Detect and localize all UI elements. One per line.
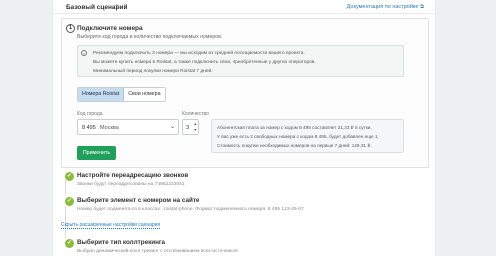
tariff-info-box: Абонентская плата за номер с кодом 8 495… [211,119,404,153]
card-header: Базовый сценарий ✎ Документация по настр… [53,0,435,14]
tariff-line: Стоимость покупки необходимых номеров на… [217,143,372,148]
notice-line: Вы можете купить номера в Roistat, а так… [93,60,316,65]
city-code-value: 8 495 [82,124,96,131]
quantity-stepper[interactable]: 3 ▲ ▼ [182,119,199,135]
chevron-down-icon: ⌄ [169,124,175,130]
checkmark-icon: ✓ [65,197,74,206]
notice-line: Минимальный период покупки номера Roista… [93,69,213,74]
step-connect-numbers: 1 Подключите номера Выберите код города … [61,18,429,168]
tab-own-numbers[interactable]: Свои номера [124,88,165,101]
city-code-select[interactable]: 8 495 Москва ⌄ [77,119,179,135]
step-title: Подключите номера [77,25,143,32]
tariff-line: У вас уже есть 2 свободных номера с кодо… [217,134,379,139]
apply-button[interactable]: Применить [77,146,116,160]
hide-advanced-settings-link[interactable]: Скрыть расширенные настройки сценария [61,222,161,229]
step-subtitle: Номер будет подменяться в классах: .rois… [77,207,304,212]
external-link-icon: ⧉ [420,4,424,10]
checkmark-icon: ✓ [65,172,74,181]
step-subtitle: Выбран динамический колл трекинг с отсле… [77,249,238,254]
recommendation-notice: i Рекомендуем подключить 3 номера — мы и… [77,45,404,77]
step-connector [65,180,66,194]
city-name-value: Москва [100,124,119,131]
step-subtitle: Звонки будут переадресованы на 749522230… [77,182,185,187]
quantity-value: 3 [186,124,190,131]
step-subtitle: Выберите код города и количество подключ… [77,34,223,40]
step-title: Выберите тип коллтрекинга [77,239,166,246]
spinner-arrows-icon[interactable]: ▲ ▼ [194,121,197,133]
documentation-link[interactable]: Документация по настройке ⧉ [347,4,424,10]
notice-line: Рекомендуем подключить 3 номера — мы исх… [93,51,305,56]
step-number-badge: 1 [66,24,75,33]
edit-pencil-icon[interactable]: ✎ [115,3,120,11]
number-source-toggle: Номера Roistat Свои номера [77,87,166,102]
city-code-label: Код города [77,111,103,117]
tariff-line: Абонентская плата за номер с кодом 8 495… [217,125,372,130]
scenario-card: Базовый сценарий ✎ Документация по настр… [52,0,436,256]
tab-roistat-numbers[interactable]: Номера Roistat [78,88,125,101]
checkmark-icon: ✓ [65,239,74,248]
step-title: Выберите элемент с номером на сайте [77,197,200,204]
step-title: Настройте переадресацию звонков [77,172,189,179]
quantity-label: Количество [182,111,209,117]
info-icon: i [81,50,87,56]
